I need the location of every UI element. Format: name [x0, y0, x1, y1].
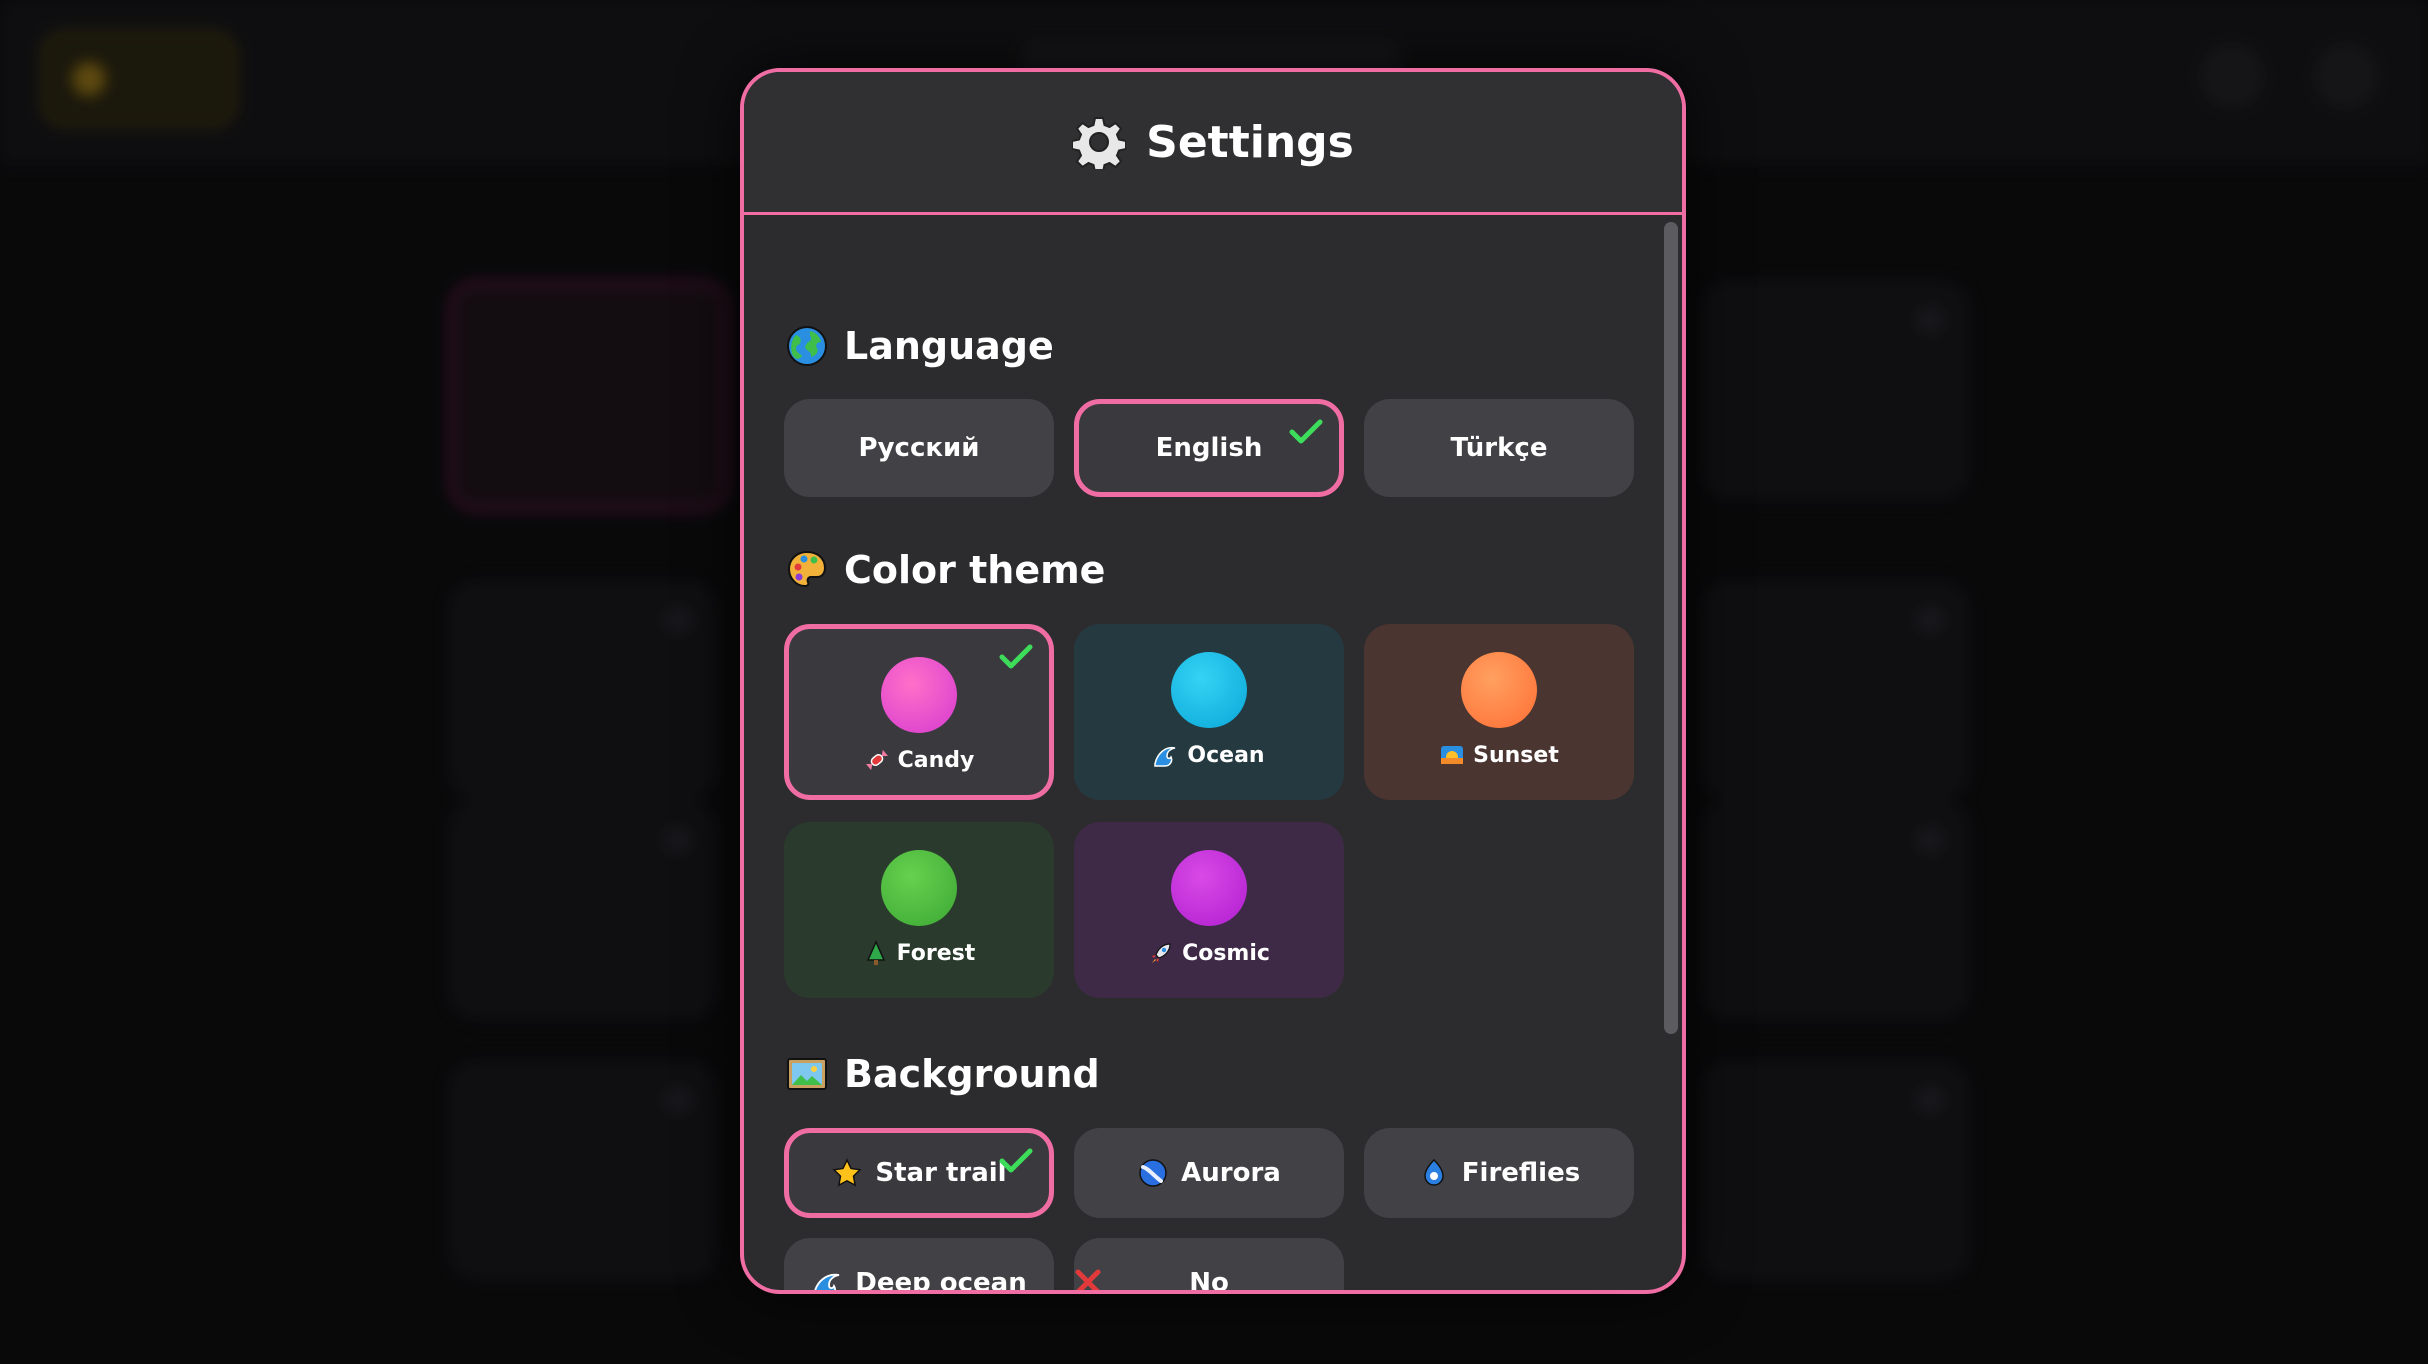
picture-icon — [786, 1053, 828, 1095]
background-option-star-trail[interactable]: Star trail — [784, 1128, 1054, 1218]
color-theme-section-title: Color theme — [786, 548, 1105, 592]
star-icon — [831, 1157, 863, 1189]
wave-icon — [811, 1268, 843, 1290]
language-option-turkish[interactable]: Türkçe — [1364, 399, 1634, 497]
wave-icon — [1153, 742, 1179, 768]
theme-option-candy[interactable]: Candy — [784, 624, 1054, 800]
theme-label: Cosmic — [1074, 940, 1344, 966]
language-label: Language — [844, 324, 1054, 368]
color-swatch — [1171, 652, 1247, 728]
language-option-label: Türkçe — [1450, 433, 1548, 463]
color-swatch — [881, 850, 957, 926]
candy-icon — [864, 747, 890, 773]
sunset-icon — [1439, 742, 1465, 768]
background-option-deep-ocean[interactable]: Deep ocean — [784, 1238, 1054, 1290]
language-option-label: Русский — [858, 433, 980, 463]
background-label: Background — [844, 1052, 1100, 1096]
theme-option-cosmic[interactable]: Cosmic — [1074, 822, 1344, 998]
gear-icon — [1071, 115, 1128, 173]
check-icon — [1289, 418, 1323, 446]
theme-label: Ocean — [1074, 742, 1344, 768]
theme-option-sunset[interactable]: Sunset — [1364, 624, 1634, 800]
color-theme-label: Color theme — [844, 548, 1106, 592]
language-section-title: Language — [786, 324, 1054, 368]
background-option-aurora[interactable]: Aurora — [1074, 1128, 1344, 1218]
check-icon — [999, 643, 1033, 671]
dialog-header: Settings — [744, 72, 1682, 215]
no-background-label: No background — [1075, 1268, 1294, 1290]
rocket-icon — [1148, 940, 1174, 966]
theme-option-forest[interactable]: Forest — [784, 822, 1054, 998]
cross-icon — [1072, 1266, 1104, 1290]
theme-label: Candy — [789, 747, 1049, 773]
background-section-title: Background — [786, 1052, 1100, 1096]
background-option-fireflies[interactable]: Fireflies — [1364, 1128, 1634, 1218]
check-icon — [999, 1147, 1033, 1175]
background-option-no-background[interactable]: No background — [1074, 1238, 1344, 1290]
theme-option-ocean[interactable]: Ocean — [1074, 624, 1344, 800]
dialog-scrollbar[interactable] — [1664, 222, 1678, 1282]
theme-label: Forest — [784, 940, 1054, 966]
language-option-label: English — [1155, 433, 1263, 463]
color-swatch — [1461, 652, 1537, 728]
language-option-english[interactable]: English — [1074, 399, 1344, 497]
color-swatch — [1171, 850, 1247, 926]
no-background-content: No background — [1075, 1268, 1294, 1290]
palette-icon — [786, 549, 828, 591]
theme-label: Sunset — [1364, 742, 1634, 768]
aurora-icon — [1137, 1157, 1169, 1189]
globe-icon — [786, 325, 828, 367]
language-option-russian[interactable]: Русский — [784, 399, 1054, 497]
settings-dialog: Settings Language Русский English Türkçe — [740, 68, 1686, 1294]
color-swatch — [881, 657, 957, 733]
tree-icon — [863, 940, 889, 966]
firefly-icon — [1418, 1157, 1450, 1189]
dialog-title: Settings — [1146, 116, 1354, 168]
scrollbar-thumb[interactable] — [1664, 222, 1678, 1034]
